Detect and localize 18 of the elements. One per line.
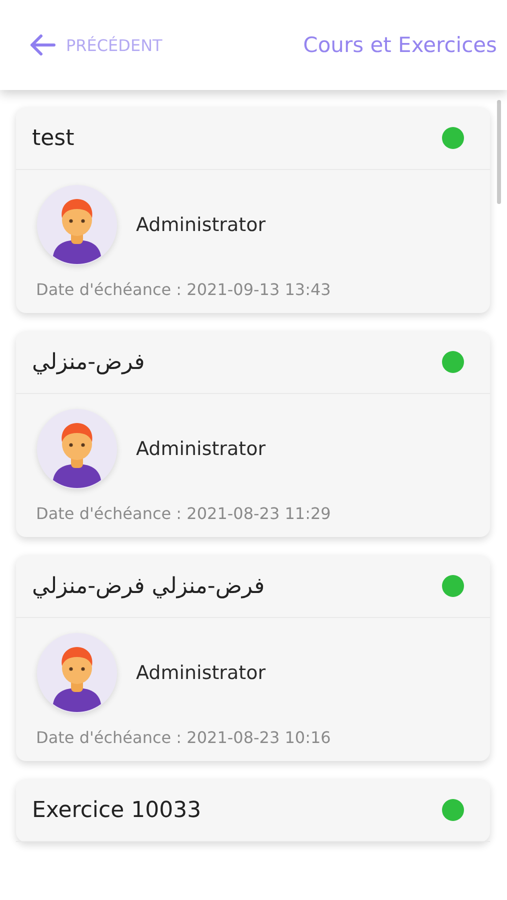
- due-date: Date d'échéance : 2021-09-13 13:43: [36, 280, 332, 299]
- due-date: Date d'échéance : 2021-08-23 11:29: [36, 504, 332, 523]
- assignment-title: فرض-منزلي فرض-منزلي: [32, 574, 265, 598]
- due-date: Date d'échéance : 2021-08-23 10:16: [36, 728, 332, 747]
- assignment-card[interactable]: test Administrator Date d'échéance : 2021-09-13 13:43: [16, 107, 490, 313]
- assignment-title: test: [32, 126, 74, 150]
- avatar-icon: [36, 184, 118, 266]
- avatar-icon: [36, 632, 118, 714]
- author-name: Administrator: [136, 662, 266, 684]
- scrollbar[interactable]: [497, 100, 501, 204]
- avatar-icon: [36, 408, 118, 490]
- assignment-title: Exercice 10033: [32, 798, 202, 822]
- page-title: Cours et Exercices: [303, 33, 497, 57]
- back-arrow-icon: [28, 33, 56, 57]
- author-name: Administrator: [136, 438, 266, 460]
- author-name: Administrator: [136, 214, 266, 236]
- assignment-card[interactable]: Exercice 10033: [16, 779, 490, 842]
- assignment-title: فرض-منزلي: [32, 350, 145, 374]
